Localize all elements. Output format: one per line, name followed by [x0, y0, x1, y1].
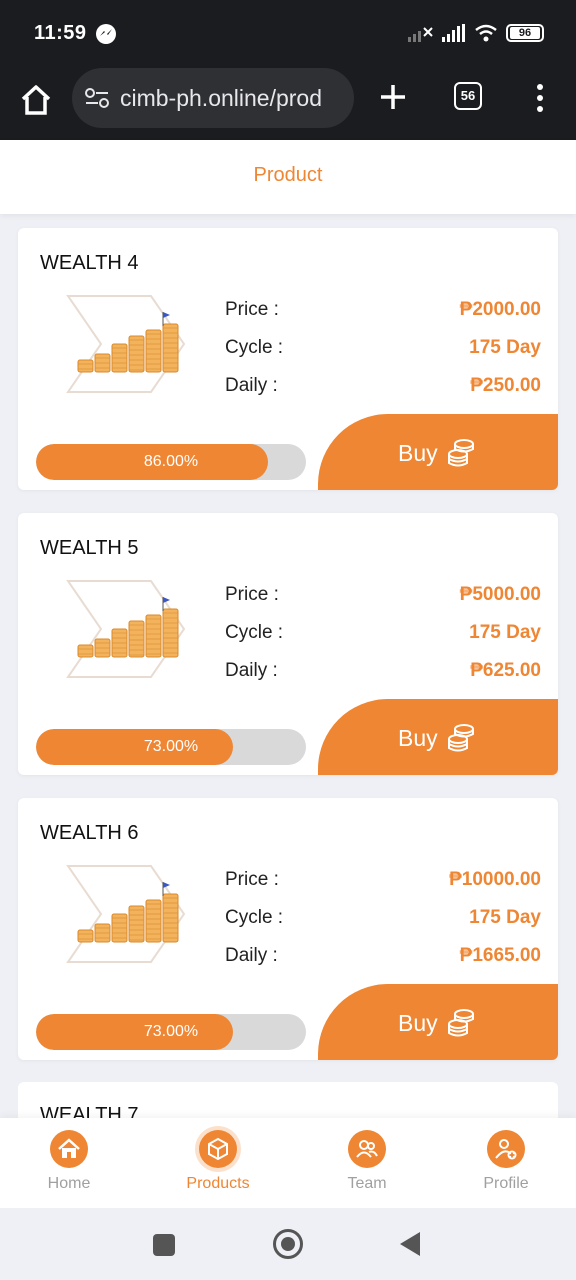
coins-icon: [448, 724, 474, 752]
wifi-icon: [475, 24, 497, 42]
cycle-row: Cycle : 175 Day: [225, 622, 541, 652]
buy-button[interactable]: Buy: [318, 984, 558, 1060]
nav-label: Home: [47, 1175, 91, 1192]
messenger-icon: [96, 24, 116, 44]
nav-label: Products: [186, 1175, 250, 1192]
daily-row: Daily : ₱250.00: [225, 375, 541, 405]
price-label: Price :: [225, 299, 279, 320]
daily-row: Daily : ₱1665.00: [225, 945, 541, 975]
system-nav-bar: [0, 1208, 576, 1280]
status-icons: 96: [408, 24, 544, 42]
progress-bar: 86.00%: [36, 444, 306, 480]
address-bar[interactable]: cimb-ph.online/prod: [72, 68, 354, 128]
product-name: WEALTH 5: [40, 537, 139, 559]
daily-value: ₱625.00: [470, 660, 541, 681]
home-button[interactable]: [18, 82, 54, 118]
price-value: ₱10000.00: [449, 869, 541, 890]
bottom-nav: Home Products Team Profile: [0, 1118, 576, 1208]
nav-label: Team: [347, 1175, 387, 1192]
buy-button[interactable]: Buy: [318, 699, 558, 775]
status-bar: 11:59 96: [0, 0, 576, 66]
buy-label: Buy: [398, 1010, 438, 1036]
price-label: Price :: [225, 869, 279, 890]
product-card: WEALTH 5 Price : ₱5000.00 Cycle : 175 Da…: [18, 513, 558, 775]
new-tab-button[interactable]: [378, 82, 408, 112]
product-card: WEALTH 4 Price : ₱2000.00 Cycle : 175 Da…: [18, 228, 558, 490]
daily-label: Daily :: [225, 660, 278, 681]
battery-level: 96: [510, 27, 540, 39]
price-label: Price :: [225, 584, 279, 605]
page-title: Product: [253, 164, 323, 186]
price-row: Price : ₱2000.00: [225, 299, 541, 329]
back-button[interactable]: [400, 1232, 420, 1256]
tab-switcher-button[interactable]: 56: [454, 82, 482, 110]
price-value: ₱2000.00: [459, 299, 541, 320]
team-icon: [348, 1130, 386, 1168]
daily-value: ₱250.00: [470, 375, 541, 396]
nav-team[interactable]: Team: [307, 1130, 427, 1193]
more-menu-icon[interactable]: [530, 82, 550, 114]
profile-add-icon: [487, 1130, 525, 1168]
nav-label: Profile: [483, 1175, 529, 1192]
url-text[interactable]: cimb-ph.online/prod: [120, 85, 350, 112]
cycle-row: Cycle : 175 Day: [225, 907, 541, 937]
progress-text: 73.00%: [143, 1023, 199, 1040]
cycle-value: 175 Day: [469, 907, 541, 928]
coins-icon: [448, 439, 474, 467]
daily-label: Daily :: [225, 945, 278, 966]
progress-bar: 73.00%: [36, 729, 306, 765]
coins-icon: [448, 1009, 474, 1037]
site-settings-icon[interactable]: [84, 87, 110, 109]
progress-text: 73.00%: [143, 738, 199, 755]
price-row: Price : ₱5000.00: [225, 584, 541, 614]
box-icon: [199, 1130, 237, 1168]
cycle-value: 175 Day: [469, 622, 541, 643]
coin-growth-image: [66, 295, 186, 393]
product-card: WEALTH 6 Price : ₱10000.00 Cycle : 175 D…: [18, 798, 558, 1060]
nav-products[interactable]: Products: [158, 1130, 278, 1193]
page-header: Product: [0, 140, 576, 214]
progress-text: 86.00%: [143, 453, 199, 470]
cycle-value: 175 Day: [469, 337, 541, 358]
signal-x-icon: [408, 27, 433, 42]
cycle-label: Cycle :: [225, 337, 284, 358]
progress-bar: 73.00%: [36, 1014, 306, 1050]
price-row: Price : ₱10000.00: [225, 869, 541, 899]
battery-icon: 96: [506, 24, 544, 42]
cycle-label: Cycle :: [225, 907, 284, 928]
signal-icon: [442, 24, 465, 42]
cycle-label: Cycle :: [225, 622, 284, 643]
system-home-button[interactable]: [273, 1229, 303, 1259]
daily-value: ₱1665.00: [459, 945, 541, 966]
coin-growth-image: [66, 865, 186, 963]
product-name: WEALTH 6: [40, 822, 139, 844]
buy-label: Buy: [398, 725, 438, 751]
cycle-row: Cycle : 175 Day: [225, 337, 541, 367]
recents-button[interactable]: [153, 1234, 175, 1256]
status-time: 11:59: [34, 22, 87, 44]
nav-home[interactable]: Home: [9, 1130, 129, 1193]
browser-toolbar: cimb-ph.online/prod 56: [0, 66, 576, 140]
daily-label: Daily :: [225, 375, 278, 396]
nav-profile[interactable]: Profile: [446, 1130, 566, 1193]
daily-row: Daily : ₱625.00: [225, 660, 541, 690]
buy-button[interactable]: Buy: [318, 414, 558, 490]
home-icon: [50, 1130, 88, 1168]
price-value: ₱5000.00: [459, 584, 541, 605]
buy-label: Buy: [398, 440, 438, 466]
coin-growth-image: [66, 580, 186, 678]
product-name: WEALTH 4: [40, 252, 139, 274]
